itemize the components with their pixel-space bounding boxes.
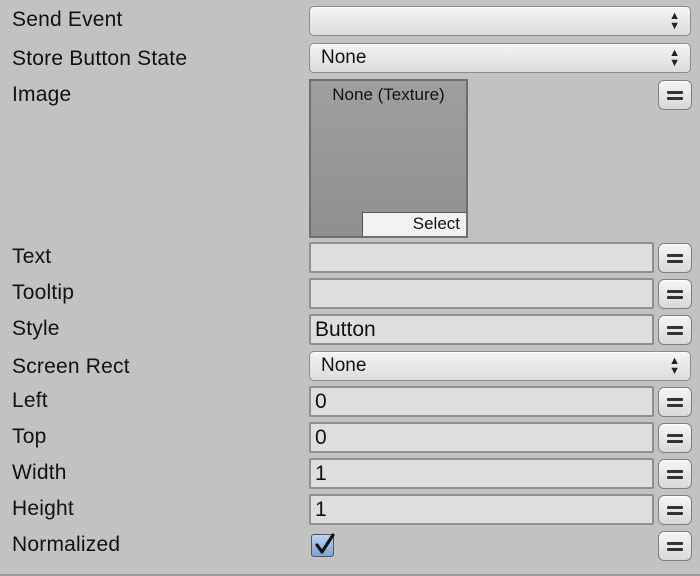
updown-arrows-icon: ▲ ▼ xyxy=(669,355,680,377)
top-field[interactable]: 0 xyxy=(309,422,654,453)
left-label: Left xyxy=(12,389,48,412)
normalized-label: Normalized xyxy=(12,533,121,556)
width-equals-icon[interactable] xyxy=(658,459,692,489)
style-label: Style xyxy=(12,317,60,340)
send-event-label: Send Event xyxy=(12,8,123,31)
top-label: Top xyxy=(12,425,47,448)
height-field[interactable]: 1 xyxy=(309,494,654,525)
checkmark-icon xyxy=(315,533,335,554)
updown-arrows-icon: ▲ ▼ xyxy=(669,10,680,32)
tooltip-equals-icon[interactable] xyxy=(658,279,692,309)
tooltip-label: Tooltip xyxy=(12,281,75,304)
inspector-panel: Send Event ▲ ▼ Store Button State None ▲ ▼… xyxy=(0,0,700,576)
screen-rect-dropdown[interactable]: None ▲ ▼ xyxy=(309,351,691,381)
left-equals-icon[interactable] xyxy=(658,387,692,417)
texture-slot[interactable]: None (Texture) Select xyxy=(309,79,468,238)
send-event-dropdown[interactable]: ▲ ▼ xyxy=(309,6,691,36)
style-equals-icon[interactable] xyxy=(658,315,692,345)
style-field[interactable]: Button xyxy=(309,314,654,345)
updown-arrows-icon: ▲ ▼ xyxy=(669,47,680,69)
image-label: Image xyxy=(12,83,72,106)
tooltip-field[interactable] xyxy=(309,278,654,309)
screen-rect-label: Screen Rect xyxy=(12,355,130,378)
store-button-state-label: Store Button State xyxy=(12,47,188,70)
normalized-equals-icon[interactable] xyxy=(658,531,692,561)
height-label: Height xyxy=(12,497,74,520)
height-equals-icon[interactable] xyxy=(658,495,692,525)
texture-select-button[interactable]: Select xyxy=(362,212,466,236)
width-label: Width xyxy=(12,461,67,484)
image-equals-icon[interactable] xyxy=(658,80,692,110)
screen-rect-value: None xyxy=(321,355,367,376)
text-equals-icon[interactable] xyxy=(658,243,692,273)
text-label: Text xyxy=(12,245,52,268)
store-button-state-dropdown[interactable]: None ▲ ▼ xyxy=(309,43,691,73)
left-field[interactable]: 0 xyxy=(309,386,654,417)
top-equals-icon[interactable] xyxy=(658,423,692,453)
normalized-checkbox[interactable] xyxy=(311,533,335,557)
width-field[interactable]: 1 xyxy=(309,458,654,489)
texture-name: None (Texture) xyxy=(332,85,445,104)
store-button-state-value: None xyxy=(321,47,367,68)
text-field[interactable] xyxy=(309,242,654,273)
